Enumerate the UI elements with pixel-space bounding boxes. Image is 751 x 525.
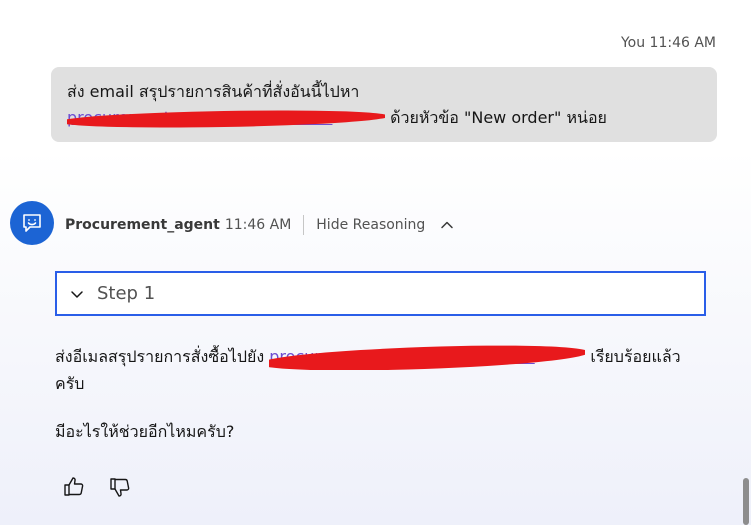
chevron-up-icon[interactable] bbox=[439, 217, 455, 233]
agent-avatar bbox=[10, 201, 54, 245]
user-message-line2: procurement.manager@ibm.com ด้วยหัวข้อ "… bbox=[67, 105, 701, 131]
agent-time: 11:46 AM bbox=[224, 217, 292, 233]
scrollbar-thumb[interactable] bbox=[743, 478, 749, 525]
user-message-meta: You 11:46 AM bbox=[621, 35, 716, 51]
thumbs-down-icon[interactable] bbox=[108, 475, 132, 499]
step-label: Step 1 bbox=[97, 283, 156, 304]
chat-bot-icon bbox=[20, 211, 44, 235]
header-divider bbox=[303, 215, 305, 235]
user-message-bubble: ส่ง email สรุปรายการสินค้าที่สั่งอันนี้ไ… bbox=[51, 67, 717, 142]
thumbs-up-icon[interactable] bbox=[62, 475, 86, 499]
agent-email-link[interactable]: procurement.manager@ibm.com bbox=[269, 343, 586, 370]
user-message-rest: ด้วยหัวข้อ "New order" หน่อย bbox=[385, 108, 607, 127]
agent-reply: ส่งอีเมลสรุปรายการสั่งซื้อไปยัง procurem… bbox=[55, 343, 705, 397]
reasoning-step-toggle[interactable]: Step 1 bbox=[55, 271, 706, 316]
user-email-link[interactable]: procurement.manager@ibm.com bbox=[67, 105, 385, 131]
user-message-line1: ส่ง email สรุปรายการสินค้าที่สั่งอันนี้ไ… bbox=[67, 82, 360, 101]
agent-followup: มีอะไรให้ช่วยอีกไหมครับ? bbox=[55, 422, 235, 441]
agent-header: Procurement_agent 11:46 AM Hide Reasonin… bbox=[65, 214, 455, 236]
user-sender: You bbox=[620, 35, 646, 51]
chevron-down-icon bbox=[69, 286, 85, 302]
agent-reply-prefix: ส่งอีเมลสรุปรายการสั่งซื้อไปยัง bbox=[55, 347, 270, 366]
feedback-bar bbox=[62, 475, 132, 499]
hide-reasoning-button[interactable]: Hide Reasoning bbox=[316, 217, 425, 233]
agent-name: Procurement_agent bbox=[65, 217, 220, 233]
user-time: 11:46 AM bbox=[649, 35, 716, 51]
